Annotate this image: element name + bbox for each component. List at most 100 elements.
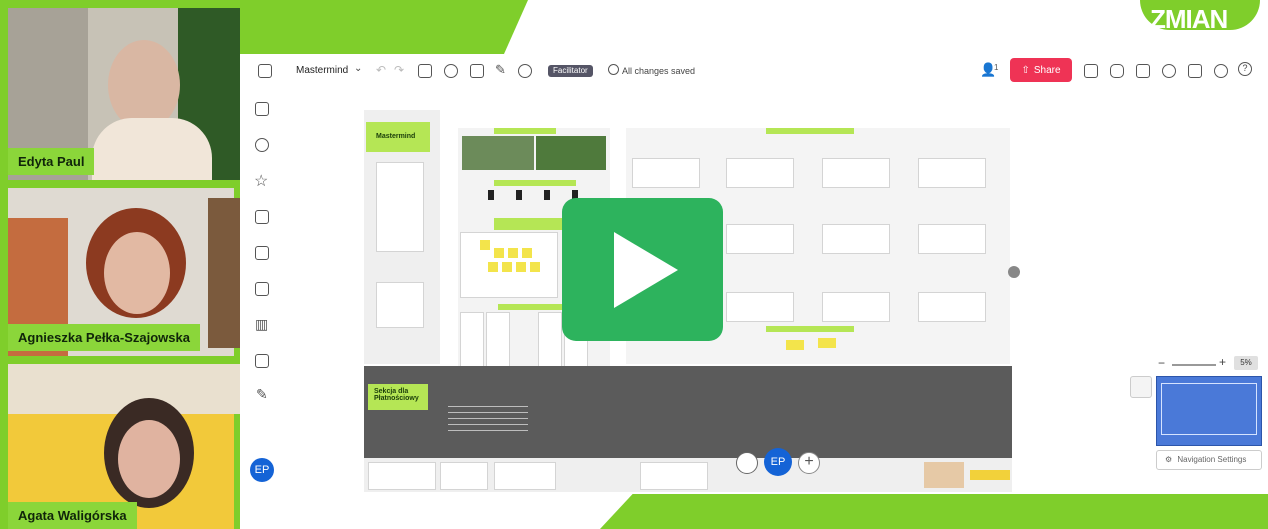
sticky-note [530, 262, 540, 272]
sticky-note [818, 338, 836, 348]
image-icon[interactable] [255, 210, 269, 224]
comment-tool-icon[interactable] [418, 64, 432, 78]
checklist-icon[interactable] [470, 64, 484, 78]
table-column [486, 312, 510, 368]
card-block [632, 158, 700, 188]
board-title[interactable]: Mastermind [296, 65, 348, 76]
participant-tile-3: Agata Waligórska [0, 356, 240, 529]
export-icon[interactable] [1084, 64, 1098, 78]
undo-icon[interactable]: ↶ [376, 63, 386, 77]
icon-row [488, 190, 578, 200]
star-icon[interactable]: ☆ [254, 171, 268, 191]
minimap-viewport [1161, 383, 1257, 435]
play-icon[interactable] [614, 232, 678, 308]
background-shape-top [228, 0, 528, 54]
timer-icon[interactable] [518, 64, 532, 78]
strip-card [440, 462, 488, 490]
mastermind-frame: Mastermind [364, 110, 440, 364]
reaction-icon[interactable] [736, 452, 758, 474]
pen-icon[interactable]: ✎ [256, 386, 268, 403]
strip-card [640, 462, 708, 490]
minimap-toggle-icon[interactable] [1130, 376, 1152, 398]
mastermind-page-2 [376, 282, 424, 328]
card-block [918, 158, 986, 188]
gear-icon: ⚙ [1165, 455, 1173, 464]
grid-icon[interactable] [255, 246, 269, 260]
navigation-settings-button[interactable]: ⚙ Navigation Settings [1156, 450, 1262, 470]
upload-icon: ⇧ [1021, 64, 1030, 76]
sticky-note [508, 248, 518, 258]
office-photo [462, 136, 534, 170]
card-block [822, 158, 890, 188]
zoom-in-icon[interactable]: + [1219, 355, 1226, 369]
card-block [726, 292, 794, 322]
bottom-strip [364, 458, 1012, 492]
table-column [538, 312, 562, 368]
library-icon[interactable]: ▥ [255, 316, 268, 333]
components-icon[interactable] [444, 64, 458, 78]
left-toolbar: ☆ ▥ ✎ EP [242, 88, 282, 494]
brand-logo-text: ZMIAN [1150, 4, 1228, 34]
magic-icon[interactable]: ✎ [495, 62, 506, 78]
redo-icon[interactable]: ↷ [394, 63, 404, 77]
strip-image [924, 462, 964, 488]
shapes-icon[interactable] [255, 138, 269, 152]
comments-icon[interactable] [1110, 64, 1124, 78]
card-block [822, 292, 890, 322]
zoom-out-icon[interactable]: − [1158, 356, 1165, 370]
mastermind-frame-title: Mastermind [376, 133, 416, 140]
participant-name-1: Edyta Paul [8, 148, 95, 175]
scroll-handle[interactable] [1008, 266, 1020, 278]
sticky-note-icon[interactable] [255, 102, 269, 116]
top-toolbar: Mastermind ⌄ ↶ ↷ ✎ Facilitator All chang… [242, 54, 1268, 88]
participant-name-3: Agata Waligórska [8, 502, 137, 529]
add-participant-button[interactable]: + [798, 452, 820, 474]
card-block [918, 224, 986, 254]
zoom-level[interactable]: 5% [1234, 356, 1258, 370]
office-photo-2 [536, 136, 606, 170]
share-label: Share [1033, 64, 1061, 76]
mastermind-page [376, 162, 424, 252]
strip-card [368, 462, 436, 490]
participant-1-avatar [108, 40, 180, 130]
brand-logo: ZMIAN [1140, 0, 1260, 40]
participant-tile-2: Agnieszka Pełka-Szajowska [0, 180, 240, 356]
strip-highlight [970, 470, 1010, 480]
chat-icon[interactable] [1136, 64, 1150, 78]
search-icon[interactable] [1214, 64, 1228, 78]
section-title: Sekcja dla Płatnościowy [374, 388, 419, 402]
presenter-avatar[interactable]: EP [764, 448, 792, 476]
share-button[interactable]: ⇧ Share [1010, 58, 1072, 82]
collapse-panel-icon[interactable] [258, 64, 272, 78]
card-block [918, 292, 986, 322]
table-icon[interactable] [255, 282, 269, 296]
participant-tile-1: Edyta Paul [0, 0, 240, 180]
save-status: All changes saved [622, 66, 696, 76]
frame-header-2 [494, 180, 576, 186]
sticky-note [480, 240, 490, 250]
collaborators-count: 1 [994, 63, 999, 72]
zoom-slider[interactable] [1172, 364, 1216, 366]
notes-icon[interactable] [1188, 64, 1202, 78]
sticky-note [488, 262, 498, 272]
chevron-down-icon[interactable]: ⌄ [354, 63, 362, 74]
frame-header-large [766, 128, 854, 134]
sticky-note [494, 248, 504, 258]
import-icon[interactable] [255, 354, 269, 368]
sticky-note [522, 248, 532, 258]
table-column [460, 312, 484, 368]
sticky-note [516, 262, 526, 272]
section-text-block [448, 406, 528, 436]
frame-header-1 [494, 128, 556, 134]
saved-status-icon [608, 64, 619, 75]
user-avatar[interactable]: EP [250, 458, 274, 482]
card-block [726, 158, 794, 188]
board-canvas[interactable]: Mastermind Sekcja dla Płatnościowy [282, 88, 1268, 494]
sticky-note [786, 340, 804, 350]
facilitator-badge[interactable]: Facilitator [548, 65, 593, 77]
help-icon[interactable]: ? [1238, 62, 1252, 76]
frame-footer-bar [766, 326, 854, 332]
minimap[interactable] [1156, 376, 1262, 446]
dark-section-frame: Sekcja dla Płatnościowy [364, 366, 1012, 458]
activity-icon[interactable] [1162, 64, 1176, 78]
